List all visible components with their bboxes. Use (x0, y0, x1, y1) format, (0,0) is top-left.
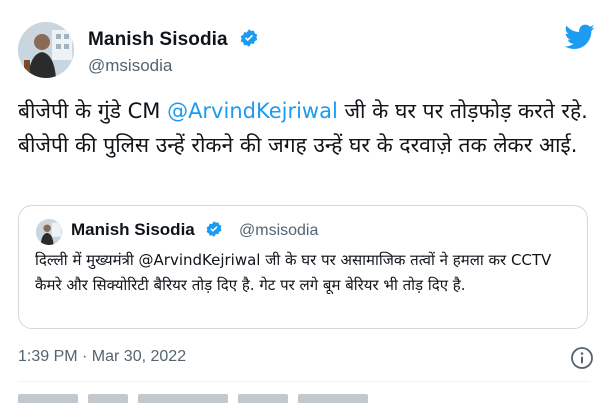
divider (18, 381, 590, 382)
cropped-glyphs (18, 394, 78, 403)
quoted-tweet-text: दिल्ली में मुख्यमंत्री @ArvindKejriwal ज… (35, 251, 552, 294)
avatar[interactable] (18, 22, 74, 78)
twitter-bird-icon[interactable] (565, 24, 595, 50)
quoted-avatar-image (36, 219, 62, 245)
quoted-author-name-text: Manish Sisodia (71, 220, 195, 239)
cropped-glyphs (88, 394, 128, 403)
verified-badge-icon (240, 29, 258, 47)
quoted-author-handle[interactable]: @msisodia (239, 222, 318, 240)
cropped-glyphs (238, 394, 288, 403)
verified-badge-icon (207, 221, 222, 237)
cropped-next-row (18, 391, 598, 403)
quoted-author-name[interactable]: Manish Sisodia (71, 220, 223, 240)
tweet-card: Manish Sisodia @msisodia बीजेपी के गुंडे… (0, 0, 600, 403)
avatar-image (18, 22, 74, 78)
author-name[interactable]: Manish Sisodia (88, 28, 259, 51)
author-name-text: Manish Sisodia (88, 29, 228, 50)
cropped-glyphs (298, 394, 368, 403)
tweet-text: बीजेपी के गुंडे CM @ArvindKejriwal जी के… (18, 94, 588, 162)
tweet-timestamp[interactable]: 1:39 PM · Mar 30, 2022 (18, 348, 186, 366)
info-icon[interactable] (570, 346, 594, 370)
quoted-tweet[interactable]: Manish Sisodia @msisodia दिल्ली में मुख्… (18, 205, 588, 329)
cropped-glyphs (138, 394, 228, 403)
mention-link[interactable]: @ArvindKejriwal (167, 99, 338, 123)
author-handle[interactable]: @msisodia (88, 56, 172, 76)
tweet-text-part1: बीजेपी के गुंडे CM (18, 99, 168, 123)
quoted-avatar[interactable] (36, 219, 62, 245)
